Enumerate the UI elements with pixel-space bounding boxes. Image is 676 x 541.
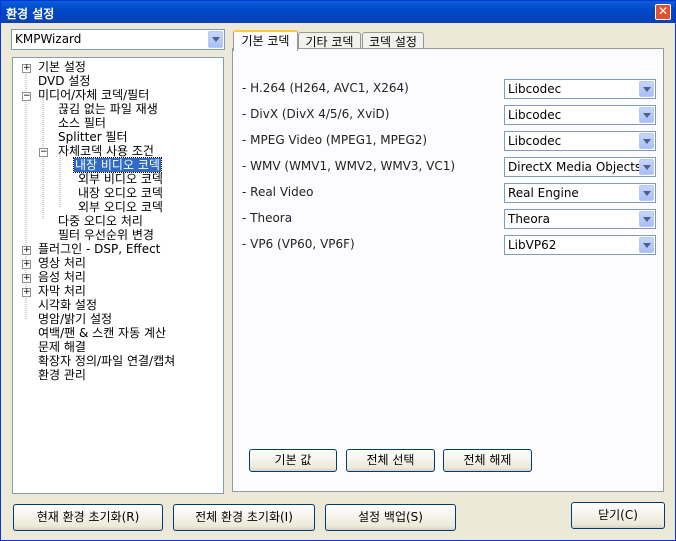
codec-select-value: Libcodec bbox=[508, 82, 562, 96]
codec-select-theora[interactable]: Theora bbox=[504, 209, 656, 229]
tree-item-splitter-filter[interactable]: Splitter 필터 bbox=[58, 130, 128, 144]
expand-icon[interactable]: + bbox=[22, 274, 31, 283]
tree-item-dvd[interactable]: DVD 설정 bbox=[38, 74, 90, 88]
codec-select-h264[interactable]: Libcodec bbox=[504, 79, 656, 99]
collapse-icon[interactable]: − bbox=[39, 148, 48, 157]
codec-label-mpeg: - MPEG Video (MPEG1, MPEG2) bbox=[242, 133, 428, 147]
tree-item-troubleshooting[interactable]: 문제 해결 bbox=[38, 340, 86, 354]
chevron-down-icon[interactable] bbox=[639, 185, 654, 201]
chevron-down-icon[interactable] bbox=[639, 237, 654, 253]
tree-item-external-video-codec[interactable]: 외부 비디오 코덱 bbox=[78, 172, 163, 186]
codec-label-divx: - DivX (DivX 4/5/6, XviD) bbox=[242, 107, 390, 121]
chevron-down-icon[interactable] bbox=[639, 211, 654, 227]
tree-item-media-codec-filter[interactable]: 미디어/자체 코덱/필터 bbox=[38, 88, 149, 102]
tree-item-basic[interactable]: 기본 설정 bbox=[38, 60, 86, 74]
tree-item-subtitle-processing[interactable]: 자막 처리 bbox=[38, 284, 86, 298]
settings-tree[interactable]: + 기본 설정 DVD 설정 − 미디어/자체 코덱/필터 끊김 없는 파일 재… bbox=[12, 57, 224, 494]
tree-item-source-filter[interactable]: 소스 필터 bbox=[58, 116, 106, 130]
reset-all-button[interactable]: 전체 환경 초기화(I) bbox=[173, 504, 315, 531]
title-bar: 환경 설정 ✕ bbox=[1, 1, 675, 23]
default-values-button[interactable]: 기본 값 bbox=[249, 449, 337, 472]
reset-current-button[interactable]: 현재 환경 초기화(R) bbox=[13, 504, 163, 531]
codec-label-vp6: - VP6 (VP60, VP6F) bbox=[242, 237, 355, 251]
close-window-button[interactable]: ✕ bbox=[655, 4, 671, 20]
preferences-window: 환경 설정 ✕ KMPWizard + 기본 설정 DVD 설정 − 미디어/자… bbox=[0, 0, 676, 541]
codec-label-real: - Real Video bbox=[242, 185, 314, 199]
expand-icon[interactable]: + bbox=[22, 260, 31, 269]
tree-item-seamless-playback[interactable]: 끊김 없는 파일 재생 bbox=[58, 102, 158, 116]
tree-item-filter-priority[interactable]: 필터 우선순위 변경 bbox=[58, 228, 154, 242]
tree-item-contrast-brightness[interactable]: 명암/밝기 설정 bbox=[38, 312, 112, 326]
codec-select-value: LibVP62 bbox=[508, 238, 557, 252]
tree-item-internal-video-codec[interactable]: 내장 비디오 코덱 bbox=[73, 157, 162, 173]
codec-select-value: DirectX Media Objects bbox=[508, 160, 642, 174]
window-title: 환경 설정 bbox=[6, 7, 55, 21]
preset-select[interactable]: KMPWizard bbox=[11, 29, 225, 50]
codec-label-wmv: - WMV (WMV1, WMV2, WMV3, VC1) bbox=[242, 159, 456, 173]
tree-item-visualization[interactable]: 시각화 설정 bbox=[38, 298, 97, 312]
preset-select-value: KMPWizard bbox=[15, 32, 82, 46]
tree-item-config-management[interactable]: 환경 관리 bbox=[38, 368, 86, 382]
codec-select-wmv[interactable]: DirectX Media Objects bbox=[504, 157, 656, 177]
tree-item-extensions-capture[interactable]: 확장자 정의/파일 연결/캡쳐 bbox=[38, 354, 175, 368]
tree-item-external-audio-codec[interactable]: 외부 오디오 코덱 bbox=[78, 200, 163, 214]
codec-select-value: Libcodec bbox=[508, 108, 562, 122]
codec-select-value: Libcodec bbox=[508, 134, 562, 148]
tab-label: 코덱 설정 bbox=[369, 35, 417, 49]
codec-label-theora: - Theora bbox=[242, 211, 293, 225]
select-all-button[interactable]: 전체 선택 bbox=[346, 449, 435, 472]
tree-item-video-processing[interactable]: 영상 처리 bbox=[38, 256, 86, 270]
tree-item-internal-codec-conditions[interactable]: 자체코덱 사용 조건 bbox=[58, 144, 154, 158]
chevron-down-icon[interactable] bbox=[639, 133, 654, 149]
tab-default-codec[interactable]: 기본 코덱 bbox=[233, 30, 298, 51]
codec-select-mpeg[interactable]: Libcodec bbox=[504, 131, 656, 151]
close-icon: ✕ bbox=[657, 4, 669, 18]
expand-icon[interactable]: + bbox=[22, 246, 31, 255]
chevron-down-icon[interactable] bbox=[208, 31, 223, 48]
close-button[interactable]: 닫기(C) bbox=[571, 502, 665, 529]
codec-label-h264: - H.264 (H264, AVC1, X264) bbox=[242, 81, 409, 95]
chevron-down-icon[interactable] bbox=[639, 159, 654, 175]
chevron-down-icon[interactable] bbox=[639, 81, 654, 97]
codec-select-divx[interactable]: Libcodec bbox=[504, 105, 656, 125]
tree-item-plugin-dsp[interactable]: 플러그인 - DSP, Effect bbox=[38, 242, 160, 256]
tree-item-multi-audio[interactable]: 다중 오디오 처리 bbox=[58, 214, 143, 228]
codec-select-real[interactable]: Real Engine bbox=[504, 183, 656, 203]
tab-label: 기본 코덱 bbox=[241, 34, 290, 48]
backup-settings-button[interactable]: 설정 백업(S) bbox=[325, 504, 456, 531]
collapse-icon[interactable]: − bbox=[22, 92, 31, 101]
codec-select-vp6[interactable]: LibVP62 bbox=[504, 235, 656, 255]
codec-select-value: Real Engine bbox=[508, 186, 579, 200]
chevron-down-icon[interactable] bbox=[639, 107, 654, 123]
expand-icon[interactable]: + bbox=[22, 288, 31, 297]
codec-select-value: Theora bbox=[508, 212, 550, 226]
tab-label: 기타 코덱 bbox=[305, 35, 354, 49]
tree-item-internal-audio-codec[interactable]: 내장 오디오 코덱 bbox=[78, 186, 163, 200]
deselect-all-button[interactable]: 전체 해제 bbox=[443, 449, 532, 472]
tree-item-audio-processing[interactable]: 음성 처리 bbox=[38, 270, 86, 284]
tree-item-margin-pan-scan[interactable]: 여백/팬 & 스캔 자동 계산 bbox=[38, 326, 166, 340]
expand-icon[interactable]: + bbox=[22, 64, 31, 73]
